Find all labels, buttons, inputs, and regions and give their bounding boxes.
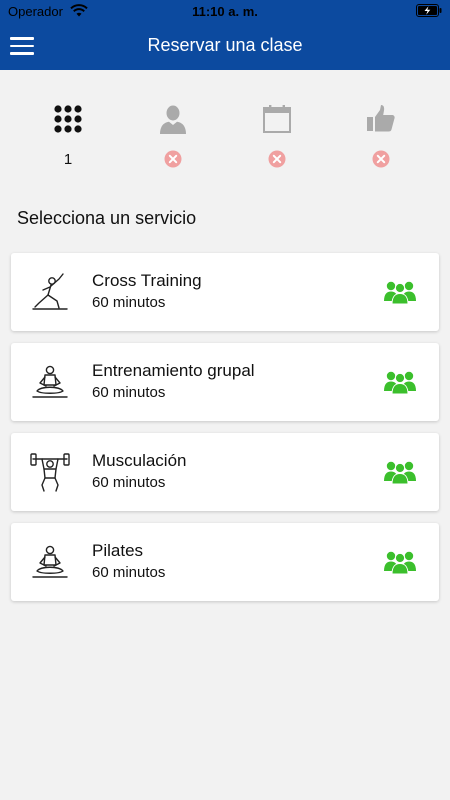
- service-card[interactable]: Cross Training 60 minutos: [11, 253, 439, 331]
- user-icon: [160, 105, 186, 134]
- page-title: Reservar una clase: [147, 35, 303, 55]
- step-service[interactable]: 1: [38, 98, 98, 178]
- pending-x-icon: [164, 150, 182, 168]
- thumbs-up-icon: [367, 105, 395, 132]
- meditation-figure-icon: [32, 365, 68, 398]
- step-value: 1: [63, 151, 73, 168]
- service-name: Musculación: [92, 451, 187, 470]
- meditation-figure-icon: [32, 545, 68, 578]
- service-name: Pilates: [92, 541, 144, 560]
- section-title: Selecciona un servicio: [17, 208, 197, 228]
- step-confirm[interactable]: [351, 98, 411, 178]
- booking-steps: 1: [0, 98, 450, 178]
- clock-time: 11:10 a. m.: [192, 4, 258, 19]
- status-bar: Operador 11:10 a. m.: [0, 0, 450, 22]
- service-duration: 60 minutos: [92, 564, 166, 581]
- group-class-icon: [384, 281, 416, 305]
- nav-bar: Reservar una clase: [0, 22, 450, 70]
- service-name: Entrenamiento grupal: [92, 361, 255, 380]
- group-class-icon: [384, 461, 416, 485]
- step-user[interactable]: [143, 98, 203, 178]
- pending-x-icon: [372, 150, 390, 168]
- service-card[interactable]: Musculación 60 minutos: [11, 433, 439, 511]
- service-name: Cross Training: [92, 271, 202, 290]
- step-date[interactable]: [247, 98, 307, 178]
- service-duration: 60 minutos: [92, 474, 166, 491]
- weightlifter-icon: [30, 453, 70, 492]
- pending-x-icon: [268, 150, 286, 168]
- service-card[interactable]: Entrenamiento grupal 60 minutos: [11, 343, 439, 421]
- lunge-figure-icon: [32, 273, 68, 310]
- service-duration: 60 minutos: [92, 294, 166, 311]
- group-class-icon: [384, 551, 416, 575]
- battery-charging-icon: [416, 4, 442, 17]
- service-card[interactable]: Pilates 60 minutos: [11, 523, 439, 601]
- calendar-icon: [263, 105, 291, 133]
- service-duration: 60 minutos: [92, 384, 166, 401]
- grid-icon: [54, 105, 82, 133]
- group-class-icon: [384, 371, 416, 395]
